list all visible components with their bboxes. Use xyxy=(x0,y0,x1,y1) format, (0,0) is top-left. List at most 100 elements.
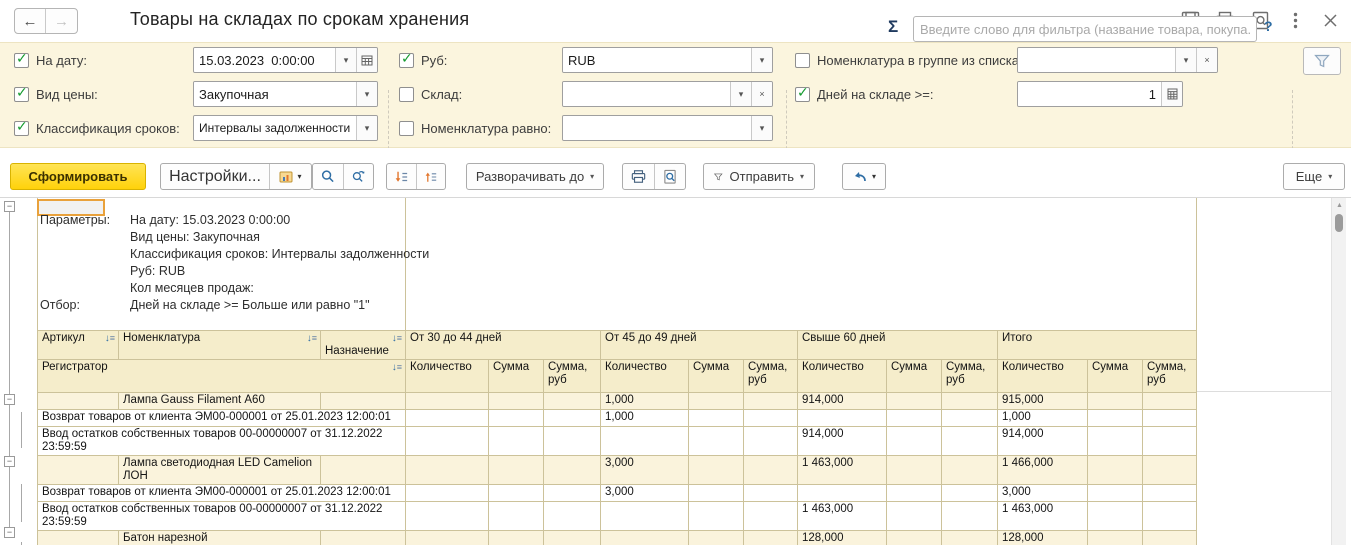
undo-icon[interactable]: ▾ xyxy=(843,164,885,189)
cell[interactable] xyxy=(689,531,744,545)
cell[interactable] xyxy=(1143,393,1197,410)
chevron-down-icon[interactable]: ▾ xyxy=(1175,48,1196,72)
search-icon[interactable] xyxy=(313,164,343,189)
cell[interactable]: 3,000 xyxy=(601,456,689,485)
cell[interactable] xyxy=(1143,531,1197,545)
sub-header-sum[interactable]: Сумма xyxy=(689,360,744,393)
term-classification-input[interactable] xyxy=(194,116,356,140)
cell[interactable] xyxy=(489,427,544,456)
collapse-group-toggle[interactable]: − xyxy=(4,456,15,467)
term-classification-checkbox[interactable]: ✓ xyxy=(14,121,29,136)
cell[interactable] xyxy=(942,456,998,485)
cell[interactable] xyxy=(744,485,798,502)
cell[interactable] xyxy=(544,393,601,410)
cell[interactable] xyxy=(544,502,601,531)
cell[interactable] xyxy=(406,456,489,485)
cell[interactable] xyxy=(887,393,942,410)
cell[interactable] xyxy=(942,531,998,545)
nomenclature-group-checkbox[interactable] xyxy=(795,53,810,68)
cell[interactable] xyxy=(321,393,406,410)
cell[interactable] xyxy=(406,410,489,427)
cell[interactable] xyxy=(1143,485,1197,502)
cell[interactable] xyxy=(689,485,744,502)
sort-icon[interactable]: ↓≡ xyxy=(105,332,114,345)
cell[interactable] xyxy=(887,485,942,502)
cell[interactable] xyxy=(1088,410,1143,427)
cell[interactable] xyxy=(406,427,489,456)
nomenclature-group-input[interactable] xyxy=(1018,48,1175,72)
cell[interactable] xyxy=(489,485,544,502)
expand-to-button[interactable]: Разворачивать до▾ xyxy=(466,163,604,190)
preview-icon[interactable] xyxy=(654,164,685,189)
cell[interactable] xyxy=(798,485,887,502)
cell[interactable] xyxy=(887,502,942,531)
chevron-down-icon[interactable]: ▾ xyxy=(751,48,772,72)
nomenklatura-cell[interactable]: Батон нарезной xyxy=(119,531,321,545)
cell[interactable] xyxy=(601,502,689,531)
cell[interactable]: 128,000 xyxy=(998,531,1088,545)
cell[interactable] xyxy=(38,456,119,485)
sub-header-sum-rub[interactable]: Сумма, руб xyxy=(1143,360,1197,393)
cell[interactable] xyxy=(406,485,489,502)
cell[interactable] xyxy=(942,502,998,531)
column-group-45-49[interactable]: От 45 до 49 дней xyxy=(601,331,798,360)
cell[interactable] xyxy=(544,410,601,427)
cell[interactable] xyxy=(489,502,544,531)
cell[interactable] xyxy=(544,427,601,456)
help-link[interactable]: ? xyxy=(1264,18,1273,34)
cell[interactable] xyxy=(798,410,887,427)
nomenclature-equals-input[interactable] xyxy=(563,116,751,140)
sort-icon[interactable]: ↓≡ xyxy=(392,361,401,374)
cell[interactable] xyxy=(489,393,544,410)
scroll-up-icon[interactable]: ▲ xyxy=(1336,202,1343,209)
cell[interactable]: 1 463,000 xyxy=(798,502,887,531)
cell[interactable] xyxy=(689,393,744,410)
registrator-cell[interactable]: Ввод остатков собственных товаров 00-000… xyxy=(38,502,406,531)
warehouse-input[interactable] xyxy=(563,82,730,106)
column-group-over-60[interactable]: Свыше 60 дней xyxy=(798,331,998,360)
quick-filter-input[interactable] xyxy=(913,16,1257,42)
report-variants-button[interactable]: ▾ xyxy=(269,164,311,189)
scrollbar-thumb[interactable] xyxy=(1335,214,1343,232)
cell[interactable]: 914,000 xyxy=(798,393,887,410)
sub-header-quantity[interactable]: Количество xyxy=(406,360,489,393)
cell[interactable]: 914,000 xyxy=(798,427,887,456)
chevron-down-icon[interactable]: ▾ xyxy=(730,82,751,106)
cell[interactable] xyxy=(942,485,998,502)
table-row[interactable]: Возврат товаров от клиента ЭМ00-000001 о… xyxy=(38,485,1197,502)
table-row[interactable]: Лампа светодиодная LED Camelion ЛОН3,000… xyxy=(38,456,1197,485)
cell[interactable] xyxy=(406,531,489,545)
cell[interactable] xyxy=(601,427,689,456)
cell[interactable] xyxy=(544,485,601,502)
cell[interactable]: 1,000 xyxy=(601,393,689,410)
cell[interactable] xyxy=(689,427,744,456)
cell[interactable] xyxy=(689,502,744,531)
sub-header-sum-rub[interactable]: Сумма, руб xyxy=(744,360,798,393)
cell[interactable] xyxy=(744,531,798,545)
vertical-scrollbar[interactable]: ▲ xyxy=(1331,198,1346,545)
sub-header-sum-rub[interactable]: Сумма, руб xyxy=(544,360,601,393)
cell[interactable]: 1 463,000 xyxy=(798,456,887,485)
collapse-group-toggle[interactable]: − xyxy=(4,527,15,538)
cell[interactable] xyxy=(887,410,942,427)
cell[interactable]: 128,000 xyxy=(798,531,887,545)
cell[interactable] xyxy=(942,393,998,410)
cell[interactable]: 914,000 xyxy=(998,427,1088,456)
cell[interactable] xyxy=(689,456,744,485)
clear-icon[interactable]: × xyxy=(1196,48,1217,72)
generate-button[interactable]: Сформировать xyxy=(10,163,146,190)
currency-input[interactable] xyxy=(563,48,751,72)
calendar-icon[interactable] xyxy=(356,48,377,72)
table-row[interactable]: Возврат товаров от клиента ЭМ00-000001 о… xyxy=(38,410,1197,427)
cell[interactable] xyxy=(544,531,601,545)
column-header-artikul[interactable]: ↓≡Артикул xyxy=(38,331,119,360)
collapse-group-toggle[interactable]: − xyxy=(4,201,15,212)
column-header-naznachenie[interactable]: ↓≡Назначение xyxy=(321,331,406,360)
sub-header-sum[interactable]: Сумма xyxy=(489,360,544,393)
cell[interactable] xyxy=(1143,427,1197,456)
cell[interactable] xyxy=(406,393,489,410)
cell[interactable]: 1,000 xyxy=(998,410,1088,427)
cell[interactable] xyxy=(942,410,998,427)
sub-header-quantity[interactable]: Количество xyxy=(998,360,1088,393)
cell[interactable] xyxy=(1143,456,1197,485)
